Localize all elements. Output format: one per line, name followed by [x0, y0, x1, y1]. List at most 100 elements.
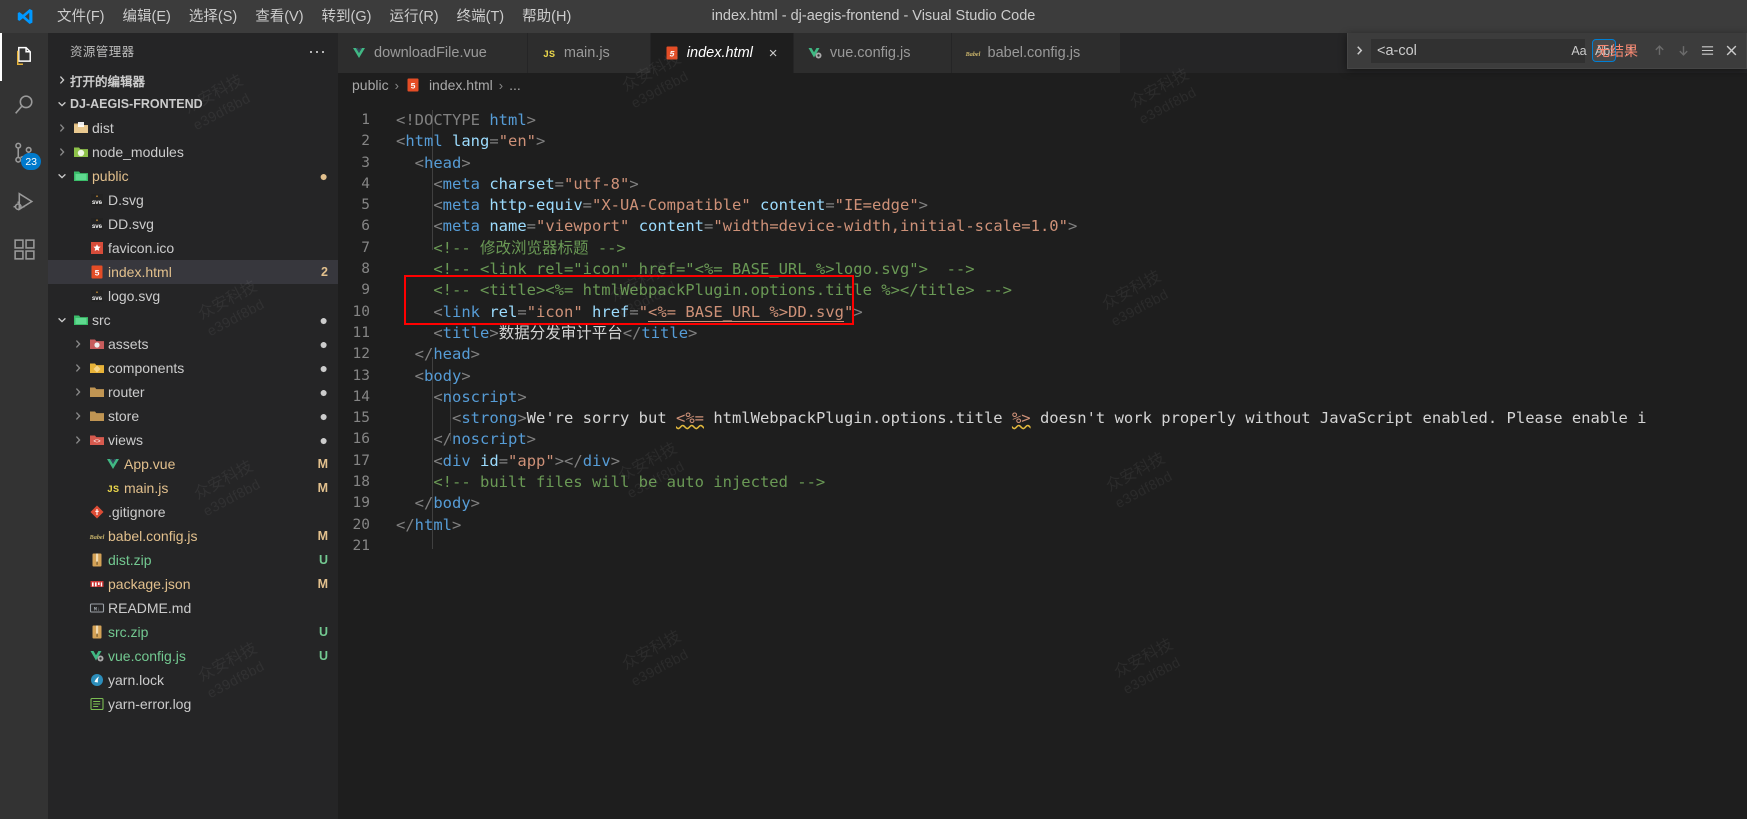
tree-file-dd-svg[interactable]: SVG DD.svg — [48, 212, 338, 236]
tree-file-main-js[interactable]: JS main.js M — [48, 476, 338, 500]
tree-folder-assets[interactable]: assets ● — [48, 332, 338, 356]
code-line[interactable]: 17 <div id="app"></div> — [338, 451, 1747, 472]
line-number: 16 — [352, 431, 370, 448]
tree-folder-public[interactable]: public ● — [48, 164, 338, 188]
menu-help[interactable]: 帮助(H) — [513, 5, 580, 29]
tree-file-readme-md[interactable]: M↓ README.md — [48, 596, 338, 620]
line-content: </noscript> — [396, 430, 536, 449]
tree-folder-components[interactable]: components ● — [48, 356, 338, 380]
editor-tab-downloadfile-vue[interactable]: downloadFile.vue× — [338, 33, 528, 73]
tab-close-icon[interactable]: × — [766, 45, 780, 62]
tree-item-label: babel.config.js — [108, 528, 198, 544]
code-line[interactable]: 9 <!-- <title><%= htmlWebpackPlugin.opti… — [338, 280, 1747, 301]
activity-search-icon[interactable] — [0, 81, 48, 129]
svg-file-icon: SVG — [86, 192, 108, 208]
project-section[interactable]: DJ-AEGIS-FRONTEND — [48, 92, 338, 116]
tree-folder-src[interactable]: src ● — [48, 308, 338, 332]
tree-file-dist-zip[interactable]: dist.zip U — [48, 548, 338, 572]
tree-item-status: ● — [319, 336, 328, 352]
line-content: <div id="app"></div> — [396, 451, 621, 470]
explorer-more-icon[interactable]: ··· — [308, 42, 326, 60]
code-line[interactable]: 3 <head> — [338, 153, 1747, 174]
tree-file-babel-config-js[interactable]: Babel babel.config.js M — [48, 524, 338, 548]
tree-item-label: router — [108, 384, 145, 400]
vscode-logo-icon — [0, 0, 48, 33]
html-file-icon: 5 — [86, 264, 108, 280]
code-line[interactable]: 2 <html lang="en"> — [338, 131, 1747, 152]
tree-item-status: U — [318, 553, 328, 567]
tree-folder-router[interactable]: router ● — [48, 380, 338, 404]
find-expand-icon[interactable] — [1348, 33, 1370, 69]
code-line[interactable]: 8 <!-- <link rel="icon" href="<%= BASE_U… — [338, 259, 1747, 280]
line-content: </head> — [396, 345, 480, 364]
menu-edit[interactable]: 编辑(E) — [114, 5, 180, 29]
menu-selection[interactable]: 选择(S) — [180, 5, 246, 29]
code-line[interactable]: 5 <meta http-equiv="X-UA-Compatible" con… — [338, 195, 1747, 216]
tree-file-src-zip[interactable]: src.zip U — [48, 620, 338, 644]
editor-tab-main-js[interactable]: JSmain.js× — [527, 33, 651, 73]
find-close-icon[interactable] — [1720, 40, 1742, 62]
tree-file-yarn-lock[interactable]: yarn.lock — [48, 668, 338, 692]
code-line[interactable]: 10 <link rel="icon" href="<%= BASE_URL %… — [338, 302, 1747, 323]
menu-run[interactable]: 运行(R) — [380, 5, 447, 29]
code-viewport[interactable]: 1 <!DOCTYPE html> 2 <html lang="en"> 3 <head… — [338, 97, 1747, 819]
tree-file--gitignore[interactable]: .gitignore — [48, 500, 338, 524]
code-line[interactable]: 7 <!-- 修改浏览器标题 --> — [338, 238, 1747, 259]
code-line[interactable]: 16 </noscript> — [338, 429, 1747, 450]
code-line[interactable]: 4 <meta charset="utf-8"> — [338, 174, 1747, 195]
code-line[interactable]: 14 <noscript> — [338, 387, 1747, 408]
activity-extensions-icon[interactable] — [0, 225, 48, 273]
editor-tab-vue-config-js[interactable]: vue.config.js× — [793, 33, 952, 73]
editor-tab-babel-config-js[interactable]: Babelbabel.config.js× — [951, 33, 1122, 73]
code-line[interactable]: 19 </body> — [338, 493, 1747, 514]
tree-folder-node-modules[interactable]: node_modules — [48, 140, 338, 164]
code-line[interactable]: 11 <title>数据分发审计平台</title> — [338, 323, 1747, 344]
find-next-icon[interactable] — [1672, 40, 1694, 62]
npm-file-icon — [86, 576, 108, 592]
code-line[interactable]: 1 <!DOCTYPE html> — [338, 110, 1747, 131]
breadcrumb-item[interactable]: ... — [509, 77, 521, 93]
source-control-badge: 23 — [21, 153, 41, 170]
code-content[interactable]: 1 <!DOCTYPE html> 2 <html lang="en"> 3 <head… — [338, 97, 1747, 557]
tree-folder-dist[interactable]: dist — [48, 116, 338, 140]
editor-tab-index-html[interactable]: 5 index.html × — [650, 33, 794, 73]
tree-file-app-vue[interactable]: App.vue M — [48, 452, 338, 476]
code-line[interactable]: 6 <meta name="viewport" content="width=d… — [338, 216, 1747, 237]
activity-explorer-icon[interactable] — [0, 33, 48, 81]
tree-folder-store[interactable]: store ● — [48, 404, 338, 428]
tree-folder-views[interactable]: <> views ● — [48, 428, 338, 452]
menu-file[interactable]: 文件(F) — [48, 5, 114, 29]
tree-file-favicon-ico[interactable]: favicon.ico — [48, 236, 338, 260]
code-line[interactable]: 12 </head> — [338, 344, 1747, 365]
find-previous-icon[interactable] — [1648, 40, 1670, 62]
activity-run-debug-icon[interactable] — [0, 177, 48, 225]
chevron-right-icon — [54, 123, 70, 133]
tree-file-d-svg[interactable]: SVG D.svg — [48, 188, 338, 212]
find-input[interactable] — [1377, 42, 1564, 59]
menu-go[interactable]: 转到(G) — [313, 5, 381, 29]
tree-file-logo-svg[interactable]: SVG logo.svg — [48, 284, 338, 308]
activity-source-control-icon[interactable]: 23 — [0, 129, 48, 177]
find-input-wrapper[interactable]: Aa Abl .* — [1370, 37, 1633, 64]
code-line[interactable]: 18 <!-- built files will be auto injecte… — [338, 472, 1747, 493]
chevron-right-icon — [70, 339, 86, 349]
tree-file-vue-config-js[interactable]: vue.config.js U — [48, 644, 338, 668]
tree-file-index-html[interactable]: 5 index.html 2 — [48, 260, 338, 284]
line-content: <!-- <link rel="icon" href="<%= BASE_URL… — [396, 260, 975, 279]
tree-item-status: M — [317, 529, 328, 543]
tree-file-package-json[interactable]: package.json M — [48, 572, 338, 596]
breadcrumb-item[interactable]: index.html — [429, 77, 493, 93]
menu-view[interactable]: 查看(V) — [246, 5, 312, 29]
folder-public-icon — [70, 168, 92, 184]
code-line[interactable]: 21 — [338, 536, 1747, 557]
find-in-selection-icon[interactable] — [1696, 40, 1718, 62]
code-line[interactable]: 15 <strong>We're sorry but <%= htmlWebpa… — [338, 408, 1747, 429]
breadcrumb-item[interactable]: public — [352, 77, 389, 93]
open-editors-section[interactable]: 打开的编辑器 — [48, 68, 338, 92]
line-number: 6 — [361, 218, 370, 235]
code-line[interactable]: 13 <body> — [338, 366, 1747, 387]
tree-item-label: store — [108, 408, 140, 424]
menu-terminal[interactable]: 终端(T) — [448, 5, 514, 29]
code-line[interactable]: 20 </html> — [338, 515, 1747, 536]
tree-file-yarn-error-log[interactable]: yarn-error.log — [48, 692, 338, 716]
